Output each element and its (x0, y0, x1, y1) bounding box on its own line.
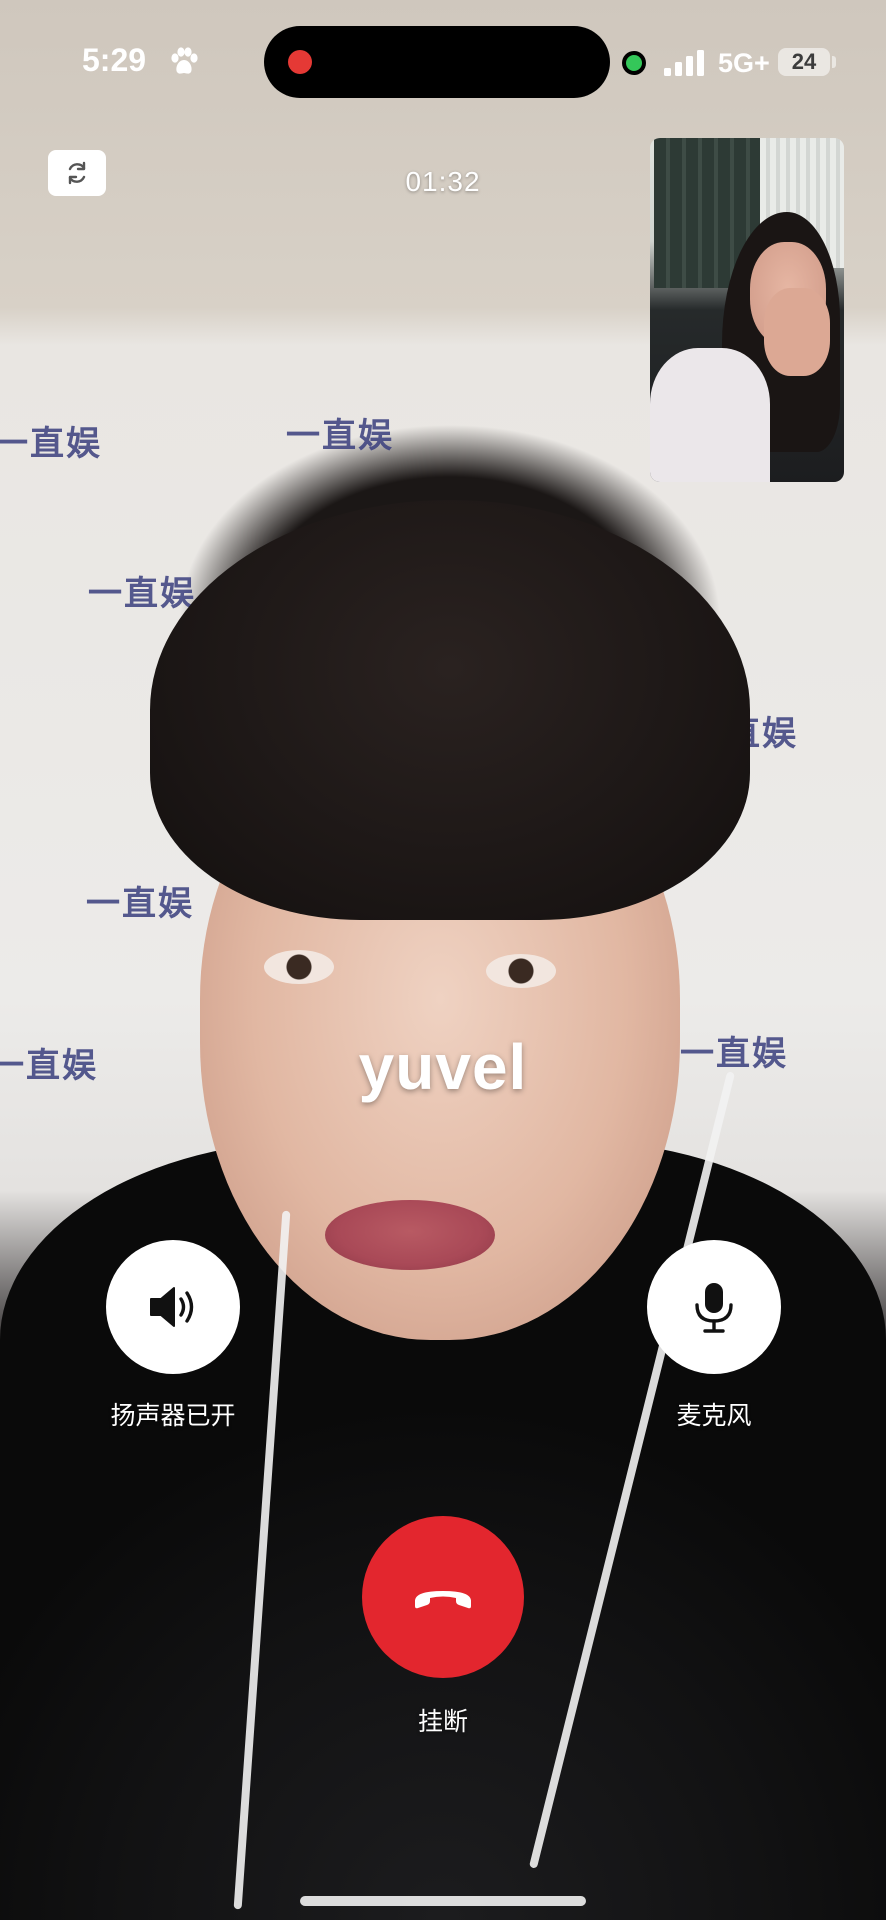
banner-text: 一直娱 (88, 575, 196, 613)
recording-indicator-icon (288, 50, 312, 74)
microphone-button[interactable] (647, 1240, 781, 1374)
battery-icon: 24 (778, 48, 830, 76)
network-type-label: 5G+ (718, 48, 770, 78)
microphone-label: 麦克风 (676, 1402, 752, 1430)
dynamic-island[interactable] (264, 26, 610, 98)
remote-person-eye (264, 950, 334, 984)
self-video-preview[interactable] (650, 138, 844, 482)
battery-tip (832, 56, 836, 68)
hang-up-button[interactable] (362, 1516, 524, 1678)
end-call-icon (415, 1591, 471, 1609)
remote-person-hair (150, 500, 750, 920)
self-person-arm (650, 348, 770, 482)
microphone-in-use-indicator-icon (626, 55, 642, 71)
speaker-icon (150, 1287, 194, 1327)
status-bar: 5:29 5G+ 24 (0, 0, 886, 120)
banner-text: 一直娱 (286, 417, 394, 455)
banner-text: 一直娱 (0, 425, 102, 463)
video-call-screen: 一直娱 一直娱 一直娱 一直娱 一直娱 一直娱 一直娱 5:29 (0, 0, 886, 1920)
remote-person-mouth (325, 1200, 495, 1270)
self-person-hand (764, 288, 830, 376)
status-time: 5:29 (82, 42, 147, 78)
cellular-signal-icon (664, 50, 708, 76)
speaker-button[interactable] (106, 1240, 240, 1374)
battery-level: 24 (791, 49, 817, 74)
microphone-icon (695, 1283, 733, 1333)
banner-text: 一直娱 (86, 885, 194, 923)
home-indicator[interactable] (300, 1896, 586, 1906)
speaker-label: 扬声器已开 (110, 1402, 236, 1430)
remote-person-eye (486, 954, 556, 988)
paw-icon (168, 46, 200, 78)
caller-name: yuvel (358, 1031, 528, 1103)
hang-up-label: 挂断 (417, 1708, 468, 1736)
